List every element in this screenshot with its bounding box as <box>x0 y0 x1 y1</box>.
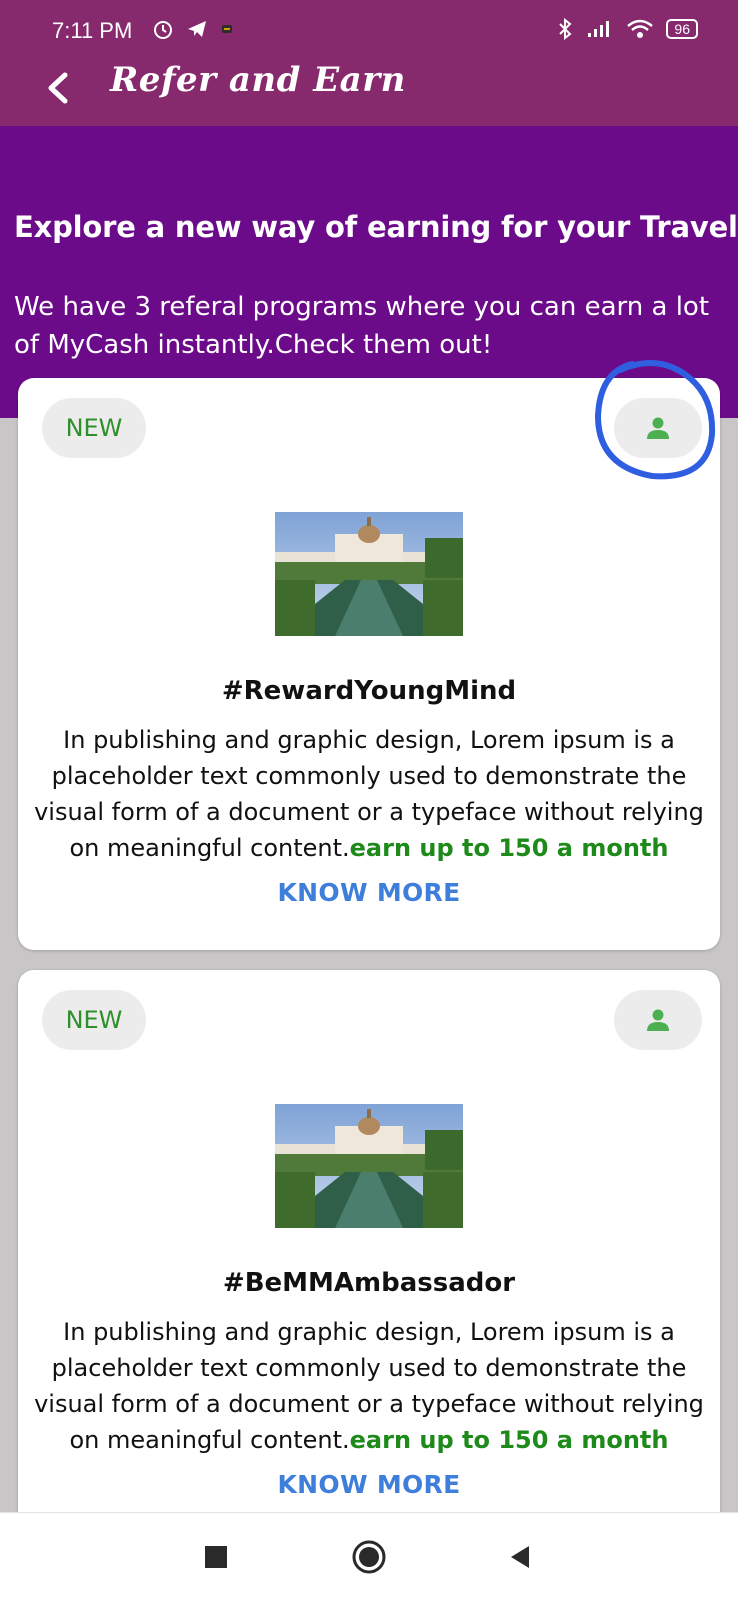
back-triangle-icon <box>511 1546 529 1568</box>
hero-subtext: We have 3 referal programs where you can… <box>14 292 710 360</box>
earn-text: earn up to 150 a month <box>349 834 669 862</box>
program-title: #RewardYoungMind <box>221 676 517 706</box>
program-image <box>275 512 463 636</box>
user-button[interactable] <box>614 398 702 458</box>
page-title: Refer and Earn <box>110 60 406 100</box>
recents-button[interactable] <box>196 1537 236 1577</box>
app-bar: 7:11 PM 96 Refer and Earn <box>0 0 738 126</box>
system-nav-bar <box>0 1512 738 1600</box>
program-description: In publishing and graphic design, Lorem … <box>28 722 710 866</box>
home-circle-icon <box>352 1540 386 1574</box>
telegram-icon <box>188 21 206 37</box>
know-more-button[interactable]: KNOW MORE <box>18 878 720 907</box>
new-badge: NEW <box>42 990 146 1050</box>
notification-icon <box>222 25 232 33</box>
signal-icon <box>588 21 610 37</box>
stop-square-icon <box>205 1546 227 1568</box>
user-button[interactable] <box>614 990 702 1050</box>
hero-heading: Explore a new way of earning for your Tr… <box>14 210 738 244</box>
referral-card[interactable]: NEW #RewardYoungMind In publishing and g… <box>18 378 720 950</box>
nav-back-button[interactable] <box>500 1537 540 1577</box>
back-button[interactable] <box>40 68 76 108</box>
program-title: #BeMMAmbassador <box>222 1268 516 1298</box>
status-time: 7:11 PM <box>52 18 133 43</box>
status-right-icons: 96 <box>556 18 698 40</box>
know-more-button[interactable]: KNOW MORE <box>18 1470 720 1499</box>
back-arrow-icon <box>48 72 68 104</box>
program-description: In publishing and graphic design, Lorem … <box>28 1314 710 1458</box>
alarm-icon <box>154 21 172 39</box>
status-left-icons <box>152 18 234 40</box>
home-button[interactable] <box>349 1537 389 1577</box>
wifi-icon <box>627 19 654 38</box>
program-image <box>275 1104 463 1228</box>
referral-card[interactable]: NEW #BeMMAmbassador In publishing and gr… <box>18 970 720 1530</box>
battery-indicator: 96 <box>666 19 698 39</box>
earn-text: earn up to 150 a month <box>349 1426 669 1454</box>
bluetooth-icon <box>559 18 572 40</box>
new-badge: NEW <box>42 398 146 458</box>
person-icon <box>647 1009 669 1031</box>
person-icon <box>647 417 669 439</box>
hero-banner: Explore a new way of earning for your Tr… <box>0 126 738 418</box>
